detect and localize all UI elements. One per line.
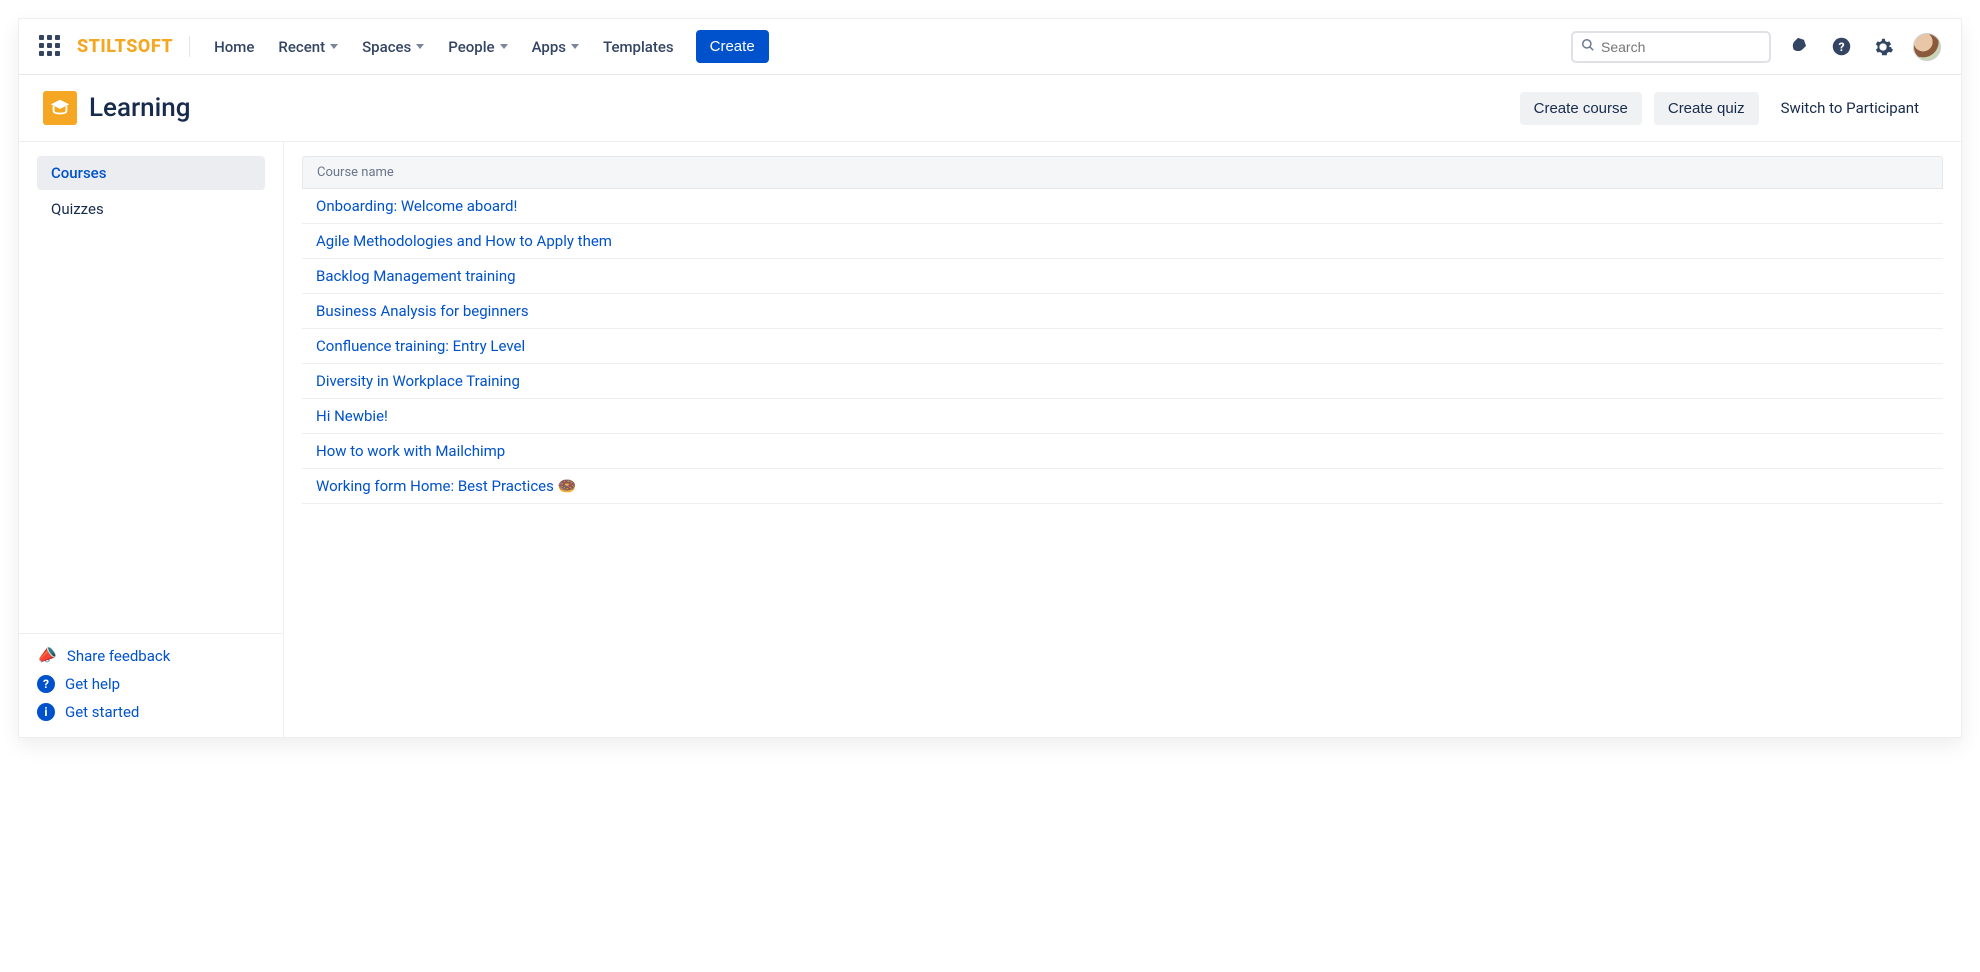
notifications-icon[interactable] [1787,35,1811,59]
course-link[interactable]: Hi Newbie! [316,407,388,425]
table-row: Working form Home: Best Practices 🍩 [302,469,1943,504]
help-icon[interactable]: ? [1829,35,1853,59]
nav-recent[interactable]: Recent [268,32,348,62]
share-feedback-link[interactable]: 📣 Share feedback [37,646,265,665]
table-header: Course name [302,156,1943,189]
info-circle-icon: i [37,703,55,721]
course-link[interactable]: Agile Methodologies and How to Apply the… [316,232,612,250]
nav-people[interactable]: People [438,32,517,62]
table-row: Onboarding: Welcome aboard! [302,189,1943,224]
get-help-label: Get help [65,675,120,693]
chevron-down-icon [571,44,579,49]
table-row: Agile Methodologies and How to Apply the… [302,224,1943,259]
get-help-link[interactable]: ? Get help [37,675,265,693]
nav-links: Home Recent Spaces People Apps Templates [204,32,684,62]
course-link[interactable]: Business Analysis for beginners [316,302,529,320]
table-row: Confluence training: Entry Level [302,329,1943,364]
learning-icon [43,91,77,125]
app-switcher-icon[interactable] [39,35,63,59]
chevron-down-icon [500,44,508,49]
get-started-link[interactable]: i Get started [37,703,265,721]
nav-home-label: Home [214,38,254,56]
tool-icons: ? [1787,33,1941,61]
course-link[interactable]: Onboarding: Welcome aboard! [316,197,517,215]
switch-participant-link[interactable]: Switch to Participant [1771,91,1929,125]
nav-people-label: People [448,38,494,56]
brand-logo[interactable]: STILTSOFT [77,36,190,57]
top-nav: STILTSOFT Home Recent Spaces People Apps… [19,19,1961,75]
sidebar-items: Courses Quizzes [19,156,283,633]
course-link[interactable]: Diversity in Workplace Training [316,372,520,390]
table-row: Backlog Management training [302,259,1943,294]
nav-spaces-label: Spaces [362,38,411,56]
course-link[interactable]: Backlog Management training [316,267,516,285]
search-icon [1581,38,1595,56]
svg-text:?: ? [1838,40,1844,54]
main-content: Course name Onboarding: Welcome aboard! A… [284,142,1961,737]
sidebar-item-quizzes[interactable]: Quizzes [37,192,265,226]
search-input[interactable] [1601,39,1761,55]
get-started-label: Get started [65,703,139,721]
course-link[interactable]: Confluence training: Entry Level [316,337,525,355]
nav-recent-label: Recent [278,38,325,56]
create-quiz-button[interactable]: Create quiz [1654,92,1759,125]
course-table: Course name Onboarding: Welcome aboard! A… [302,156,1943,504]
table-row: How to work with Mailchimp [302,434,1943,469]
table-row: Diversity in Workplace Training [302,364,1943,399]
nav-apps-label: Apps [532,38,566,56]
settings-icon[interactable] [1871,35,1895,59]
share-feedback-label: Share feedback [67,647,170,665]
create-course-button[interactable]: Create course [1520,92,1642,125]
chevron-down-icon [416,44,424,49]
table-row: Business Analysis for beginners [302,294,1943,329]
nav-apps[interactable]: Apps [522,32,589,62]
create-button[interactable]: Create [696,30,769,63]
nav-spaces[interactable]: Spaces [352,32,434,62]
nav-templates[interactable]: Templates [593,32,684,62]
nav-home[interactable]: Home [204,32,264,62]
page-body: Courses Quizzes 📣 Share feedback ? Get h… [19,142,1961,737]
page-title: Learning [89,93,191,123]
sidebar-item-courses[interactable]: Courses [37,156,265,190]
sidebar-bottom: 📣 Share feedback ? Get help i Get starte… [19,633,283,737]
user-avatar[interactable] [1913,33,1941,61]
chevron-down-icon [330,44,338,49]
course-link[interactable]: Working form Home: Best Practices 🍩 [316,477,576,495]
page-header: Learning Create course Create quiz Switc… [19,75,1961,142]
help-circle-icon: ? [37,675,55,693]
course-link[interactable]: How to work with Mailchimp [316,442,505,460]
page-actions: Create course Create quiz Switch to Part… [1520,91,1929,125]
megaphone-icon: 📣 [35,644,59,668]
search-box[interactable] [1571,31,1771,63]
nav-templates-label: Templates [603,38,674,56]
sidebar: Courses Quizzes 📣 Share feedback ? Get h… [19,142,284,737]
table-row: Hi Newbie! [302,399,1943,434]
